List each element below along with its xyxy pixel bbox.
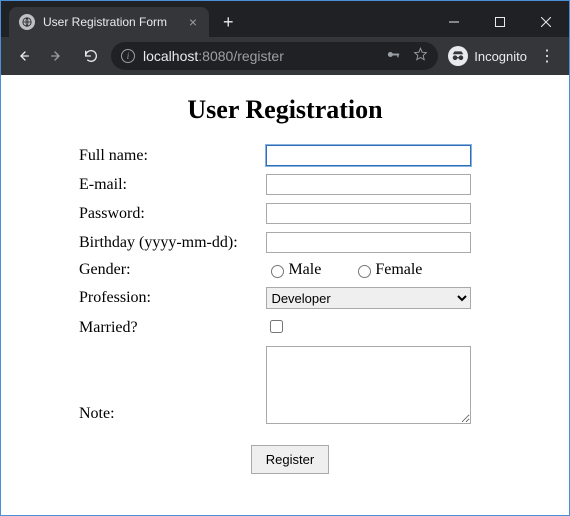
browser-menu-button[interactable]: ⋮ [533, 46, 561, 66]
bookmark-star-icon[interactable] [413, 47, 428, 65]
label-birthday: Birthday (yyyy-mm-dd): [77, 228, 264, 257]
birthday-input[interactable] [266, 232, 471, 253]
back-button[interactable] [9, 42, 37, 70]
register-button[interactable]: Register [251, 445, 329, 474]
label-gender: Gender: [77, 257, 264, 283]
browser-tab[interactable]: User Registration Form × [9, 7, 209, 37]
fullname-input[interactable] [266, 145, 471, 166]
label-note: Note: [77, 342, 264, 433]
married-checkbox[interactable] [270, 320, 283, 333]
forward-button[interactable] [43, 42, 71, 70]
label-password: Password: [77, 199, 264, 228]
label-fullname: Full name: [77, 141, 264, 170]
window-close-button[interactable] [523, 7, 569, 37]
email-input[interactable] [266, 174, 471, 195]
profession-select[interactable]: Developer [266, 287, 471, 309]
gender-female-option[interactable]: Female [353, 261, 422, 278]
gender-female-radio[interactable] [358, 265, 371, 278]
password-key-icon[interactable] [386, 47, 401, 65]
window-minimize-button[interactable] [431, 7, 477, 37]
incognito-icon [448, 46, 468, 66]
globe-icon [19, 14, 35, 30]
label-email: E-mail: [77, 170, 264, 199]
new-tab-button[interactable]: + [209, 12, 244, 37]
password-input[interactable] [266, 203, 471, 224]
label-married: Married? [77, 313, 264, 342]
window-maximize-button[interactable] [477, 7, 523, 37]
tab-title: User Registration Form [43, 15, 179, 29]
reload-button[interactable] [77, 42, 105, 70]
gender-male-radio[interactable] [271, 265, 284, 278]
page-title: User Registration [17, 95, 553, 125]
address-bar[interactable]: i localhost:8080/register [111, 42, 438, 70]
site-info-icon[interactable]: i [121, 49, 135, 63]
gender-male-option[interactable]: Male [266, 261, 321, 278]
label-profession: Profession: [77, 283, 264, 313]
url-text: localhost:8080/register [143, 48, 284, 64]
close-tab-button[interactable]: × [187, 14, 199, 30]
incognito-badge: Incognito [444, 46, 527, 66]
note-textarea[interactable] [266, 346, 471, 424]
